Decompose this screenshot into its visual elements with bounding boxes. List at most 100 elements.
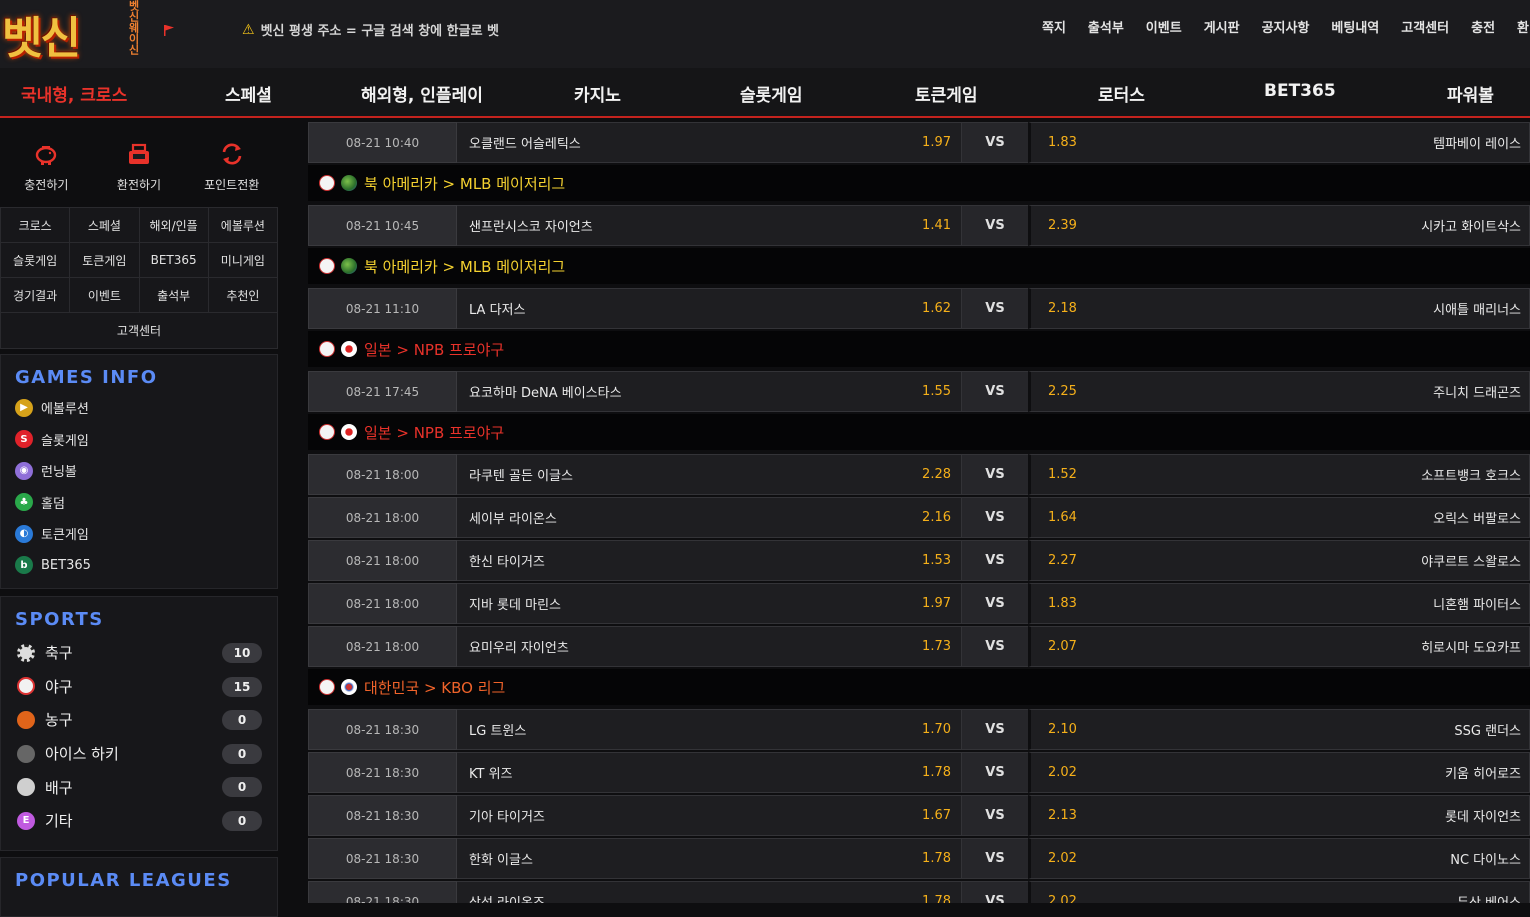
menu-grid-item[interactable]: 미니게임 xyxy=(209,243,277,277)
sport-label: 배구 xyxy=(45,778,73,797)
sport-item[interactable]: 야구 15 xyxy=(1,670,277,704)
home-odd: 2.28 xyxy=(922,467,951,482)
away-odds-button[interactable]: 1.83 니혼햄 파이터스 xyxy=(1028,583,1530,624)
top-nav-link[interactable]: 충전 xyxy=(1460,17,1506,36)
main-nav-item[interactable]: 해외형, 인플레이 xyxy=(361,81,483,106)
league-header[interactable]: 북 아메리카 > MLB 메이저리그 xyxy=(308,165,1530,201)
top-nav-link[interactable]: 베팅내역 xyxy=(1320,17,1390,36)
match-row: 08-21 18:30 기아 타이거즈 1.67 VS 2.13 롯데 자이언츠 xyxy=(308,795,1530,836)
league-header[interactable]: 일본 > NPB 프로야구 xyxy=(308,331,1530,367)
games-info-item[interactable]: ◐ 토큰게임 xyxy=(1,518,277,550)
away-odds-button[interactable]: 2.07 히로시마 도요카프 xyxy=(1028,626,1530,667)
away-odds-button[interactable]: 2.18 시애틀 매리너스 xyxy=(1028,288,1530,329)
main-nav-item[interactable]: 카지노 xyxy=(574,81,621,106)
home-odds-button[interactable]: 세이부 라이온스 2.16 xyxy=(457,497,962,538)
home-odds-button[interactable]: 한신 타이거즈 1.53 xyxy=(457,540,962,581)
deposit-button[interactable]: 충전하기 xyxy=(0,120,93,206)
menu-grid-item[interactable]: 경기결과 xyxy=(1,278,71,312)
menu-grid-item[interactable]: BET365 xyxy=(140,243,209,277)
sport-item[interactable]: E 기타 0 xyxy=(1,804,277,838)
away-odds-button[interactable]: 2.02 두산 베어스 xyxy=(1028,881,1530,903)
home-odds-button[interactable]: LA 다저스 1.62 xyxy=(457,288,962,329)
main-nav-item[interactable]: 파워볼 xyxy=(1447,81,1494,106)
home-odds-button[interactable]: 기아 타이거즈 1.67 xyxy=(457,795,962,836)
point-convert-button[interactable]: 포인트전환 xyxy=(185,120,278,206)
main-nav-item[interactable]: 스페셜 xyxy=(225,81,272,106)
sport-item[interactable]: 축구 10 xyxy=(1,636,277,670)
away-odds-button[interactable]: 1.52 소프트뱅크 호크스 xyxy=(1028,454,1530,495)
games-info-panel: GAMES INFO ▶ 에볼루션 S 슬롯게임 ◉ 런닝볼 ♣ 홀덤 ◐ 토큰게임 b BET365 xyxy=(0,354,278,589)
country-flag-icon xyxy=(341,341,357,357)
home-odds-button[interactable]: 지바 롯데 마린스 1.97 xyxy=(457,583,962,624)
menu-grid-item[interactable]: 토큰게임 xyxy=(70,243,140,277)
sport-item[interactable]: 농구 0 xyxy=(1,703,277,737)
menu-grid-item[interactable]: 추천인 xyxy=(209,278,277,312)
game-icon: ▶ xyxy=(15,398,33,417)
home-odds-button[interactable]: KT 위즈 1.78 xyxy=(457,752,962,793)
home-odds-button[interactable]: 요미우리 자이언츠 1.73 xyxy=(457,626,962,667)
home-odd: 1.41 xyxy=(922,218,951,233)
games-info-item[interactable]: S 슬롯게임 xyxy=(1,424,277,456)
baseball-icon xyxy=(319,341,335,357)
main-nav-item[interactable]: BET365 xyxy=(1264,81,1336,101)
home-odds-button[interactable]: 샌프란시스코 자이언츠 1.41 xyxy=(457,205,962,246)
menu-grid-item[interactable]: 슬롯게임 xyxy=(1,243,71,277)
top-nav-link[interactable]: 공지사항 xyxy=(1251,17,1321,36)
away-odd: 2.02 xyxy=(1048,851,1077,866)
match-time: 08-21 18:30 xyxy=(308,752,457,793)
match-time: 08-21 18:00 xyxy=(308,497,457,538)
away-odds-button[interactable]: 1.64 오릭스 버팔로스 xyxy=(1028,497,1530,538)
away-odds-button[interactable]: 2.27 야쿠르트 스왈로스 xyxy=(1028,540,1530,581)
away-odd: 1.83 xyxy=(1048,135,1077,150)
top-nav-link[interactable]: 쪽지 xyxy=(1031,17,1077,36)
away-odds-button[interactable]: 1.83 템파베이 레이스 xyxy=(1028,122,1530,163)
home-team-name: 한화 이글스 xyxy=(469,853,533,868)
menu-grid-item[interactable]: 출석부 xyxy=(140,278,209,312)
games-info-item[interactable]: b BET365 xyxy=(1,550,277,582)
top-nav-link[interactable]: 게시판 xyxy=(1193,17,1251,36)
sport-label: 농구 xyxy=(45,711,73,730)
main-nav-item[interactable]: 로터스 xyxy=(1098,81,1145,106)
menu-grid-item[interactable]: 이벤트 xyxy=(70,278,140,312)
match-time: 08-21 18:30 xyxy=(308,795,457,836)
away-team-name: 야쿠르트 스왈로스 xyxy=(1421,555,1521,570)
menu-grid-item[interactable]: 스페셜 xyxy=(70,208,140,242)
match-time: 08-21 18:00 xyxy=(308,540,457,581)
away-odds-button[interactable]: 2.02 키움 히어로즈 xyxy=(1028,752,1530,793)
league-header[interactable]: 일본 > NPB 프로야구 xyxy=(308,414,1530,450)
menu-grid-item[interactable]: 에볼루션 xyxy=(209,208,277,242)
games-info-item[interactable]: ▶ 에볼루션 xyxy=(1,392,277,424)
away-odds-button[interactable]: 2.25 주니치 드래곤즈 xyxy=(1028,371,1530,412)
away-odds-button[interactable]: 2.13 롯데 자이언츠 xyxy=(1028,795,1530,836)
games-info-item[interactable]: ◉ 런닝볼 xyxy=(1,455,277,487)
top-nav-link[interactable]: 출석부 xyxy=(1077,17,1135,36)
top-nav-link[interactable]: 고객센터 xyxy=(1390,17,1460,36)
menu-grid-item[interactable]: 해외/인플 xyxy=(140,208,209,242)
home-odds-button[interactable]: 한화 이글스 1.78 xyxy=(457,838,962,879)
league-header[interactable]: 북 아메리카 > MLB 메이저리그 xyxy=(308,248,1530,284)
home-odds-button[interactable]: 요코하마 DeNA 베이스타스 1.55 xyxy=(457,371,962,412)
away-odds-button[interactable]: 2.10 SSG 랜더스 xyxy=(1028,709,1530,750)
top-nav-link[interactable]: 이벤트 xyxy=(1135,17,1193,36)
away-odds-button[interactable]: 2.39 시카고 화이트삭스 xyxy=(1028,205,1530,246)
menu-grid-item[interactable]: 고객센터 xyxy=(1,313,277,348)
top-nav-link[interactable]: 환 xyxy=(1506,17,1530,36)
top-header: 벳신 벳신웨이신 ⚠ 벳신 평생 주소 = 구글 검색 창에 한글로 벳 쪽지 출… xyxy=(0,0,1530,68)
withdraw-button[interactable]: 환전하기 xyxy=(93,120,186,206)
main-nav-item[interactable]: 슬롯게임 xyxy=(740,81,803,106)
home-odds-button[interactable]: 삼성 라이온즈 1.78 xyxy=(457,881,962,903)
home-odds-button[interactable]: LG 트윈스 1.70 xyxy=(457,709,962,750)
sport-item[interactable]: 배구 0 xyxy=(1,770,277,804)
menu-grid-item[interactable]: 크로스 xyxy=(1,208,71,242)
site-logo[interactable]: 벳신 벳신웨이신 xyxy=(2,0,140,64)
home-odds-button[interactable]: 오클랜드 어슬레틱스 1.97 xyxy=(457,122,962,163)
games-info-item[interactable]: ♣ 홀덤 xyxy=(1,487,277,519)
games-info-label: 슬롯게임 xyxy=(41,433,89,449)
sport-item[interactable]: 아이스 하키 0 xyxy=(1,737,277,771)
league-header[interactable]: 대한민국 > KBO 리그 xyxy=(308,669,1530,705)
away-team-name: 키움 히어로즈 xyxy=(1445,767,1521,782)
main-nav-item[interactable]: 국내형, 크로스 xyxy=(21,81,127,106)
main-nav-item[interactable]: 토큰게임 xyxy=(915,81,978,106)
away-odds-button[interactable]: 2.02 NC 다이노스 xyxy=(1028,838,1530,879)
home-odds-button[interactable]: 라쿠텐 골든 이글스 2.28 xyxy=(457,454,962,495)
